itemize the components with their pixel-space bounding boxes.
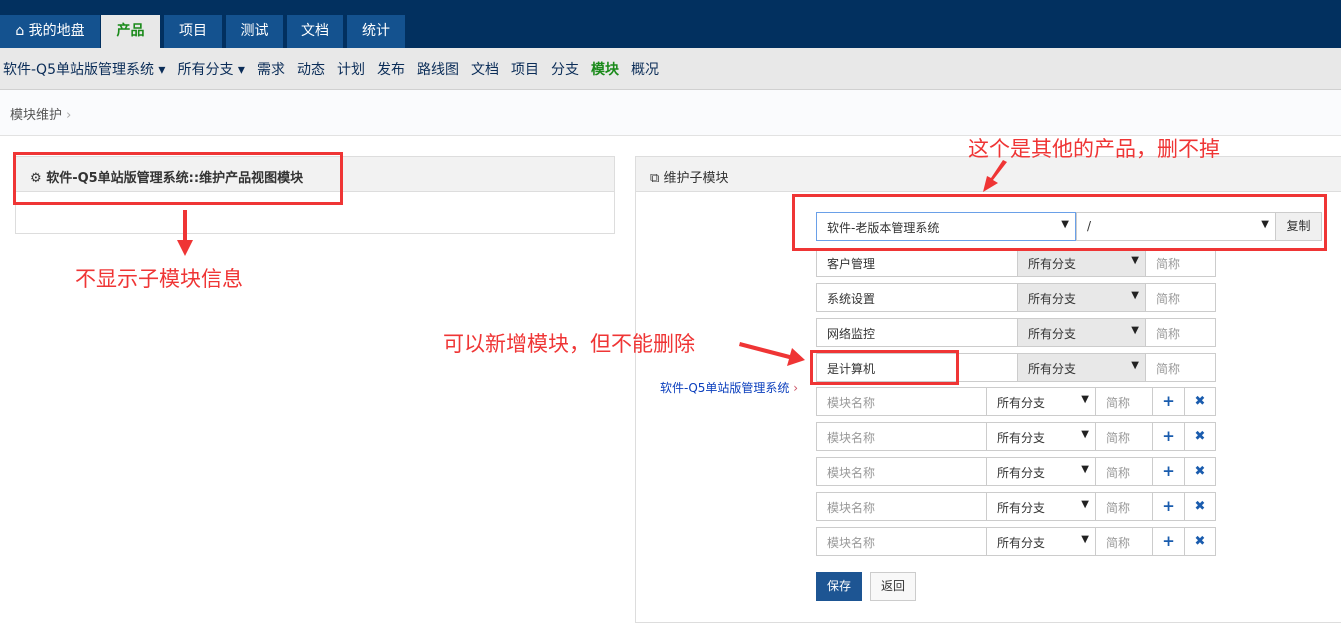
arrow-icon <box>177 210 193 256</box>
arrow-icon <box>739 342 805 366</box>
annotation-arrows <box>177 160 1007 366</box>
arrow-icon <box>983 160 1007 192</box>
